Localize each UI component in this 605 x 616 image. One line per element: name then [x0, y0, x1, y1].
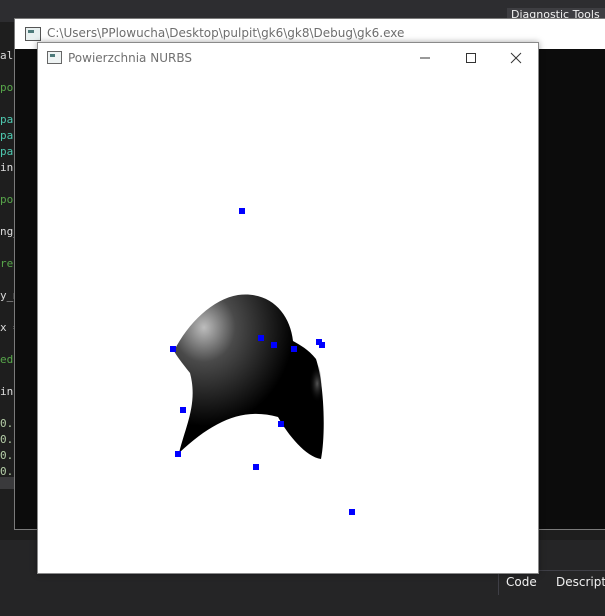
console-window-title: C:\Users\PPlowucha\Desktop\pulpit\gk6\gk…: [47, 26, 405, 40]
control-point: [253, 464, 259, 470]
minimize-button[interactable]: [402, 43, 448, 73]
maximize-button[interactable]: [448, 43, 494, 73]
close-icon: [510, 52, 522, 64]
nurbs-window[interactable]: Powierzchnia NURBS: [37, 42, 539, 574]
minimize-icon: [420, 57, 430, 59]
control-point: [258, 335, 264, 341]
control-point: [271, 342, 277, 348]
control-point: [349, 509, 355, 515]
control-point: [175, 451, 181, 457]
window-app-icon: [47, 51, 62, 64]
error-list-icon-column[interactable]: [448, 571, 499, 595]
nurbs-render-canvas: [170, 208, 355, 515]
control-point: [278, 421, 284, 427]
maximize-icon: [466, 53, 476, 63]
close-button[interactable]: [493, 43, 539, 73]
control-point: [291, 346, 297, 352]
control-point: [319, 342, 325, 348]
nurbs-window-title: Powierzchnia NURBS: [68, 51, 192, 65]
error-list-description-column[interactable]: Description: [556, 575, 605, 589]
nurbs-surface: [174, 294, 324, 459]
control-point: [239, 208, 245, 214]
error-list-code-column[interactable]: Code: [506, 575, 537, 589]
control-point: [180, 407, 186, 413]
control-point: [170, 346, 176, 352]
console-app-icon: [25, 27, 41, 41]
